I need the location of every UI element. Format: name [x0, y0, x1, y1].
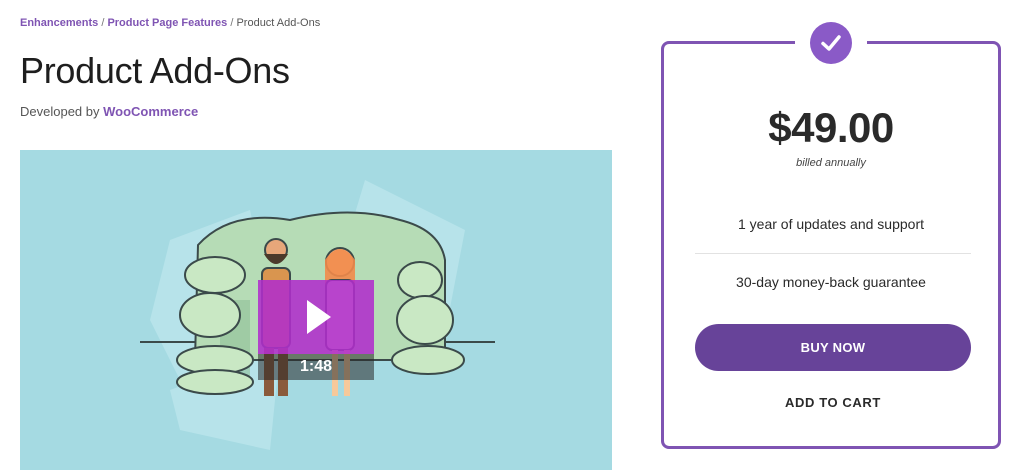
feature-updates-support: 1 year of updates and support: [737, 216, 925, 232]
buy-now-button[interactable]: BUY NOW: [695, 324, 971, 371]
add-to-cart-link[interactable]: ADD TO CART: [695, 395, 971, 410]
breadcrumb-link-product-page-features[interactable]: Product Page Features: [107, 17, 227, 29]
play-icon: [307, 300, 331, 334]
billing-period: billed annually: [796, 157, 866, 169]
breadcrumb-current: Product Add-Ons: [236, 17, 321, 29]
breadcrumb-separator: /: [230, 17, 234, 29]
breadcrumb: Enhancements / Product Page Features / P…: [20, 17, 320, 29]
developer-link[interactable]: WooCommerce: [103, 104, 198, 119]
developer-prefix: Developed by: [20, 104, 100, 119]
product-video[interactable]: 1:48: [20, 150, 612, 470]
play-button[interactable]: [258, 280, 374, 354]
feature-money-back: 30-day money-back guarantee: [736, 274, 926, 290]
pricing-card: [661, 41, 1001, 449]
divider: [695, 253, 971, 254]
video-duration: 1:48: [258, 354, 374, 380]
badge-wrapper: [795, 20, 867, 66]
checkmark-icon: [810, 22, 852, 64]
price: $49.00: [768, 104, 894, 151]
breadcrumb-link-enhancements[interactable]: Enhancements: [20, 17, 98, 29]
developer-credit: Developed by WooCommerce: [20, 104, 198, 119]
page-title: Product Add-Ons: [20, 50, 290, 91]
breadcrumb-separator: /: [101, 17, 105, 29]
